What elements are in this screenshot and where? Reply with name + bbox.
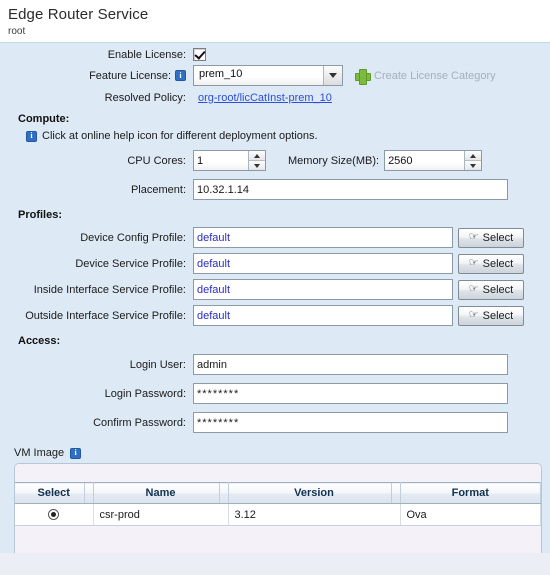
device-config-profile-input[interactable] (193, 227, 453, 248)
page-header: Edge Router Service root (0, 0, 550, 42)
cpu-cores-label: CPU Cores: (127, 154, 186, 167)
cpu-memory-row: CPU Cores: Memory Size(MB): (0, 150, 550, 171)
memory-size-increment[interactable] (465, 151, 482, 161)
outside-interface-service-profile-select-button[interactable]: ☞ Select (458, 305, 524, 326)
row-version-cell: 3.12 (228, 503, 401, 526)
login-user-input[interactable] (193, 354, 508, 375)
row-radio-button[interactable] (48, 509, 60, 521)
resolved-policy-row: Resolved Policy: org-root/licCatInst-pre… (0, 92, 550, 104)
hand-pointer-icon: ☞ (468, 309, 479, 321)
vm-image-heading: VM Image i (14, 447, 550, 459)
login-password-label: Login Password: (104, 387, 186, 400)
inside-interface-service-profile-input[interactable] (193, 279, 453, 300)
row-format-cell: Ova (400, 503, 541, 526)
device-config-profile-label: Device Config Profile: (80, 231, 186, 244)
table-header-row: Select Name Version Format (15, 482, 541, 504)
device-config-profile-row: Device Config Profile: ☞ Select (0, 227, 550, 248)
select-label: Select (482, 309, 514, 322)
confirm-password-label: Confirm Password: (93, 416, 186, 429)
select-label: Select (482, 231, 514, 244)
profiles-section-heading: Profiles: (18, 209, 63, 221)
vm-image-title: VM Image (14, 447, 65, 459)
outside-interface-service-profile-label: Outside Interface Service Profile: (25, 309, 186, 322)
column-header-format-label: Format (451, 487, 489, 499)
vm-image-table: Select Name Version Format csr-prod 3.12… (15, 482, 541, 526)
inside-interface-service-profile-label: Inside Interface Service Profile: (33, 283, 186, 296)
memory-size-decrement[interactable] (465, 161, 482, 170)
green-plus-icon[interactable] (355, 68, 371, 85)
column-resize-handle[interactable] (390, 483, 400, 503)
confirm-password-input[interactable] (193, 412, 508, 433)
access-section-heading: Access: (18, 335, 61, 347)
inside-interface-service-profile-select-button[interactable]: ☞ Select (458, 279, 524, 300)
create-license-category-button[interactable]: Create License Category (374, 70, 496, 82)
compute-hint-text: Click at online help icon for different … (42, 130, 318, 142)
hand-pointer-icon: ☞ (468, 257, 479, 269)
column-header-format[interactable]: Format (400, 482, 541, 504)
cpu-cores-decrement[interactable] (249, 161, 265, 170)
outside-interface-service-profile-input[interactable] (193, 305, 453, 326)
row-name-cell: csr-prod (93, 503, 229, 526)
outside-interface-service-profile-row: Outside Interface Service Profile: ☞ Sel… (0, 305, 550, 326)
column-header-select[interactable]: Select (15, 482, 94, 504)
vm-image-toolbar (15, 464, 541, 482)
feature-license-value: prem_10 (194, 66, 323, 85)
hand-pointer-icon: ☞ (468, 283, 479, 295)
column-resize-handle[interactable] (218, 483, 228, 503)
form-body: Enable License: Feature License: i prem_… (0, 42, 550, 575)
column-header-name-label: Name (145, 487, 176, 499)
column-header-version-label: Version (294, 487, 334, 499)
select-label: Select (482, 257, 514, 270)
compute-info-icon[interactable]: i (26, 130, 37, 142)
feature-license-row: Feature License: i prem_10 Create Licens… (0, 65, 550, 86)
memory-size-stepper[interactable] (384, 150, 483, 171)
column-header-version[interactable]: Version (228, 482, 401, 504)
compute-hint: i Click at online help icon for differen… (26, 130, 550, 142)
table-row[interactable]: csr-prod 3.12 Ova (15, 503, 541, 526)
row-select-cell[interactable] (15, 503, 94, 526)
resolved-policy-link[interactable]: org-root/licCatInst-prem_10 (198, 92, 332, 104)
compute-section-heading: Compute: (18, 113, 70, 125)
chevron-down-icon[interactable] (323, 66, 342, 85)
column-header-select-label: Select (37, 487, 70, 499)
placement-label: Placement: (130, 183, 186, 196)
feature-license-info-icon[interactable]: i (175, 70, 186, 81)
page-subtitle: root (8, 26, 26, 37)
vm-image-panel: Select Name Version Format csr-prod 3.12… (14, 463, 542, 553)
login-user-row: Login User: (0, 354, 550, 375)
cpu-cores-stepper[interactable] (193, 150, 266, 171)
placement-input[interactable] (193, 179, 508, 200)
select-label: Select (482, 283, 514, 296)
placement-row: Placement: (0, 179, 550, 200)
memory-size-input[interactable] (385, 151, 465, 170)
device-service-profile-input[interactable] (193, 253, 453, 274)
column-resize-handle[interactable] (83, 483, 93, 503)
feature-license-label: Feature License: (89, 69, 171, 82)
enable-license-checkbox[interactable] (193, 48, 206, 61)
login-password-input[interactable] (193, 383, 508, 404)
device-service-profile-select-button[interactable]: ☞ Select (458, 253, 524, 274)
device-service-profile-label: Device Service Profile: (75, 257, 186, 270)
device-service-profile-row: Device Service Profile: ☞ Select (0, 253, 550, 274)
login-password-row: Login Password: (0, 383, 550, 404)
hand-pointer-icon: ☞ (468, 231, 479, 243)
cpu-cores-input[interactable] (194, 151, 248, 170)
memory-size-label: Memory Size(MB): (288, 154, 380, 167)
confirm-password-row: Confirm Password: (0, 412, 550, 433)
feature-license-dropdown[interactable]: prem_10 (193, 65, 343, 86)
resolved-policy-label: Resolved Policy: (104, 92, 186, 104)
inside-interface-service-profile-row: Inside Interface Service Profile: ☞ Sele… (0, 279, 550, 300)
login-user-label: Login User: (129, 358, 186, 371)
cpu-cores-increment[interactable] (249, 151, 265, 161)
panel-footer-strip (0, 553, 550, 575)
enable-license-label: Enable License: (107, 48, 186, 61)
column-header-name[interactable]: Name (93, 482, 229, 504)
vm-image-info-icon[interactable]: i (70, 447, 82, 459)
enable-license-row: Enable License: (0, 48, 550, 61)
page-title: Edge Router Service (8, 6, 149, 23)
device-config-profile-select-button[interactable]: ☞ Select (458, 227, 524, 248)
